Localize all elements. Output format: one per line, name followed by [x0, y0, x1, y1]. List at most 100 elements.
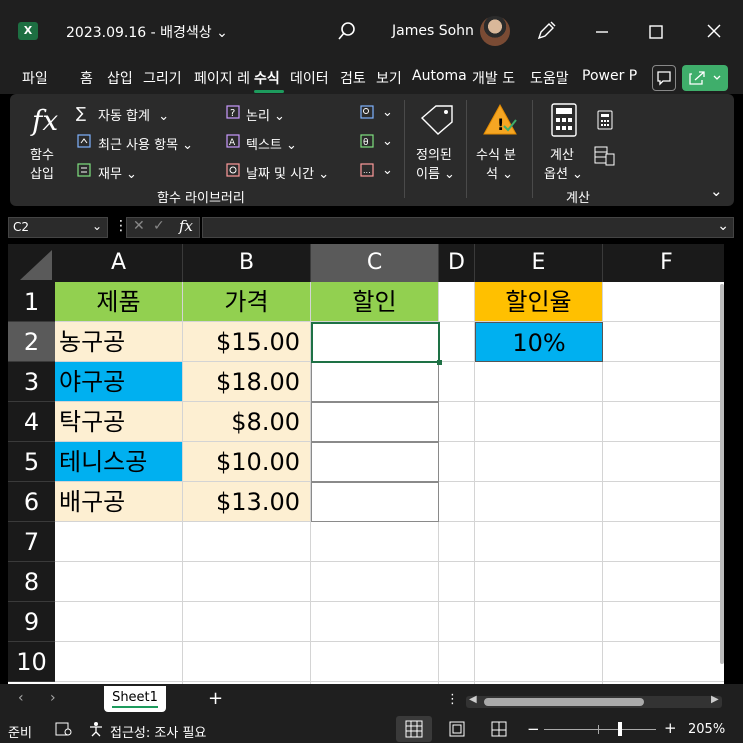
lookup-icon[interactable] — [360, 105, 374, 119]
insert-function-label-1[interactable]: 함수 — [30, 144, 54, 163]
tab-file[interactable]: 파일 — [22, 68, 48, 88]
page-layout-view-icon[interactable] — [448, 720, 466, 738]
column-header-a[interactable]: A — [55, 244, 183, 282]
tab-draw[interactable]: 그리기 — [143, 68, 182, 88]
row-header-10[interactable]: 10 — [8, 642, 55, 682]
user-name[interactable]: James Sohn — [392, 23, 474, 39]
minimize-icon[interactable] — [592, 22, 612, 42]
search-icon[interactable] — [336, 20, 358, 42]
calc-options-label-2[interactable]: 옵션 ⌄ — [544, 163, 583, 182]
sheet-options-icon[interactable]: ⋮ — [446, 692, 459, 707]
add-sheet-icon[interactable]: + — [208, 688, 223, 709]
pen-icon[interactable] — [535, 20, 557, 42]
prev-sheet-icon[interactable]: ‹ — [18, 690, 24, 706]
row-header-9[interactable]: 9 — [8, 602, 55, 642]
cell-a1[interactable]: 제품 — [55, 282, 183, 322]
name-box[interactable]: C2 ⌄ — [8, 217, 108, 238]
cell-a4[interactable]: 탁구공 — [55, 402, 183, 442]
cell-c6[interactable] — [311, 482, 439, 522]
collapse-ribbon-icon[interactable]: ⌄ — [710, 182, 723, 200]
row-header-2[interactable]: 2 — [8, 322, 55, 362]
calc-sheet-icon[interactable] — [594, 146, 616, 166]
logical-button[interactable]: 논리 ⌄ — [246, 105, 285, 124]
column-header-e[interactable]: E — [475, 244, 603, 282]
formula-auditing-label-1[interactable]: 수식 분 — [476, 144, 516, 163]
close-icon[interactable] — [704, 21, 724, 41]
zoom-level[interactable]: 205% — [688, 722, 725, 737]
tab-review[interactable]: 검토 — [340, 68, 366, 88]
tab-page-layout[interactable]: 페이지 레 — [194, 68, 250, 88]
tab-view[interactable]: 보기 — [376, 68, 402, 88]
lookup-dropdown[interactable]: ⌄ — [382, 105, 393, 120]
fx-icon[interactable]: fx — [32, 104, 58, 137]
macro-record-icon[interactable] — [55, 721, 73, 737]
defined-names-label-1[interactable]: 정의된 — [416, 144, 452, 163]
tab-developer[interactable]: 개발 도 — [472, 68, 528, 88]
zoom-slider-track[interactable] — [544, 729, 656, 730]
view-normal-button[interactable] — [396, 716, 432, 742]
defined-names-label-2[interactable]: 이름 ⌄ — [416, 163, 455, 182]
column-header-c[interactable]: C — [311, 244, 439, 282]
cell-c4[interactable] — [311, 402, 439, 442]
cell-b1[interactable]: 가격 — [183, 282, 311, 322]
vertical-scrollbar[interactable] — [720, 284, 724, 664]
tab-formulas[interactable]: 수식 — [254, 68, 280, 88]
cell-b3[interactable]: $18.00 — [183, 362, 311, 402]
fill-handle[interactable] — [437, 360, 442, 365]
cell-c1[interactable]: 할인 — [311, 282, 439, 322]
zoom-in-icon[interactable]: + — [664, 719, 677, 737]
tab-help[interactable]: 도움말 — [530, 68, 569, 88]
cell-c3[interactable] — [311, 362, 439, 402]
tab-power-pivot[interactable]: Power P — [582, 68, 638, 84]
scroll-left-icon[interactable]: ◀ — [469, 694, 477, 705]
scrollbar-thumb[interactable] — [484, 698, 644, 706]
insert-function-icon[interactable]: fx — [179, 217, 193, 235]
cell-b2[interactable]: $15.00 — [183, 322, 311, 362]
formula-auditing-label-2[interactable]: 석 ⌄ — [486, 163, 513, 182]
row-header-3[interactable]: 3 — [8, 362, 55, 402]
page-break-view-icon[interactable] — [490, 720, 508, 738]
row-header-7[interactable]: 7 — [8, 522, 55, 562]
scroll-right-icon[interactable]: ▶ — [711, 694, 719, 705]
sheet-tab-sheet1[interactable]: Sheet1 — [104, 686, 166, 712]
insert-function-label-2[interactable]: 삽입 — [30, 163, 54, 182]
cell-a6[interactable]: 배구공 — [55, 482, 183, 522]
autosum-button[interactable]: 자동 합계 ⌄ — [98, 105, 169, 124]
avatar[interactable] — [480, 16, 510, 46]
math-dropdown[interactable]: ⌄ — [382, 134, 393, 149]
column-header-b[interactable]: B — [183, 244, 311, 282]
row-header-8[interactable]: 8 — [8, 562, 55, 602]
cell-c5[interactable] — [311, 442, 439, 482]
zoom-out-icon[interactable]: − — [527, 720, 540, 738]
confirm-icon[interactable]: ✓ — [153, 218, 165, 234]
cell-b4[interactable]: $8.00 — [183, 402, 311, 442]
row-header-5[interactable]: 5 — [8, 442, 55, 482]
calc-options-label-1[interactable]: 계산 — [550, 144, 574, 163]
next-sheet-icon[interactable]: › — [50, 690, 56, 706]
financial-button[interactable]: 재무 ⌄ — [98, 163, 137, 182]
row-header-1[interactable]: 1 — [8, 282, 55, 322]
cell-a5[interactable]: 테니스공 — [55, 442, 183, 482]
cell-a3[interactable]: 야구공 — [55, 362, 183, 402]
accessibility-status[interactable]: 접근성: 조사 필요 — [110, 722, 206, 741]
cell-b5[interactable]: $10.00 — [183, 442, 311, 482]
cell-e2[interactable]: 10% — [475, 322, 603, 362]
recent-button[interactable]: 최근 사용 항목 ⌄ — [98, 134, 193, 153]
row-header-6[interactable]: 6 — [8, 482, 55, 522]
tab-automate[interactable]: Automa — [412, 68, 468, 84]
cell-b6[interactable]: $13.00 — [183, 482, 311, 522]
more-functions-icon[interactable]: ... — [360, 163, 374, 177]
tab-insert[interactable]: 삽입 — [107, 68, 133, 88]
maximize-icon[interactable] — [646, 22, 666, 42]
more-functions-dropdown[interactable]: ⌄ — [382, 163, 393, 178]
calc-now-icon[interactable] — [597, 110, 613, 130]
tab-data[interactable]: 데이터 — [290, 68, 329, 88]
share-button[interactable] — [682, 65, 728, 91]
column-header-f[interactable]: F — [603, 244, 724, 282]
window-title[interactable]: 2023.09.16 - 배경색상 ⌄ — [66, 22, 228, 42]
cell-e1[interactable]: 할인율 — [475, 282, 603, 322]
tab-home[interactable]: 홈 — [80, 68, 93, 88]
zoom-slider-thumb[interactable] — [618, 722, 622, 736]
datetime-button[interactable]: 날짜 및 시간 ⌄ — [246, 163, 329, 182]
comments-button[interactable] — [652, 65, 676, 91]
